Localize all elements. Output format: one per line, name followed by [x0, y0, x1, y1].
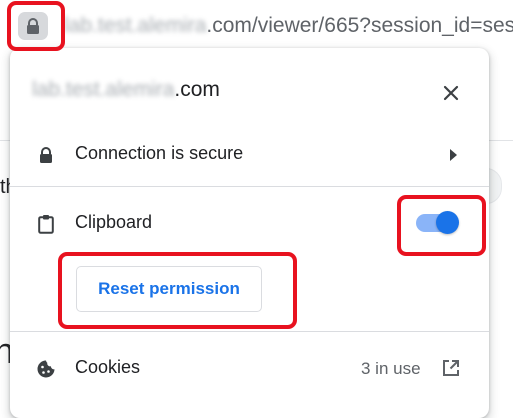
divider-1: [10, 186, 489, 187]
page-peek-text-2: n: [0, 330, 10, 372]
cookies-row[interactable]: Cookies 3 in use: [10, 344, 489, 394]
url-field[interactable]: lab.test.alemira.com/viewer/665?session_…: [64, 13, 513, 39]
connection-label: Connection is secure: [75, 143, 244, 163]
clipboard-icon-wrap: [34, 212, 58, 236]
clipboard-label: Clipboard: [75, 212, 153, 232]
page-background-right: [490, 50, 513, 405]
lock-icon: [27, 18, 39, 34]
site-info-button[interactable]: [18, 12, 48, 40]
site-info-popup: lab.test.alemira.com Connection is secur…: [10, 48, 489, 418]
clipboard-toggle[interactable]: [416, 211, 460, 234]
connection-row[interactable]: Connection is secure: [10, 130, 489, 180]
connection-icon-wrap: [34, 143, 58, 167]
cookies-icon-wrap: [34, 357, 58, 381]
popup-header: lab.test.alemira.com: [10, 48, 489, 136]
cookies-label: Cookies: [75, 357, 141, 377]
toggle-knob: [436, 211, 459, 234]
page-peek-text: th: [0, 176, 10, 198]
reset-permission-button[interactable]: Reset permission: [76, 266, 262, 312]
cookie-icon: [37, 360, 55, 378]
address-bar: lab.test.alemira.com/viewer/665?session_…: [0, 0, 513, 50]
clipboard-icon: [38, 215, 54, 234]
divider-2: [10, 331, 489, 332]
url-path: .com/viewer/665?session_id=ses-i: [206, 14, 513, 37]
url-host-blurred: lab.test.alemira: [64, 14, 207, 37]
open-in-new-icon[interactable]: [442, 359, 460, 377]
close-icon: [443, 85, 459, 101]
chevron-right-icon: [450, 149, 457, 161]
popup-domain: lab.test.alemira.com: [32, 78, 220, 102]
popup-domain-blurred: lab.test.alemira: [32, 78, 175, 101]
cookies-count: 3 in use: [361, 359, 421, 378]
popup-domain-suffix: .com: [174, 78, 220, 101]
close-button[interactable]: [434, 76, 468, 110]
lock-icon: [40, 147, 52, 163]
